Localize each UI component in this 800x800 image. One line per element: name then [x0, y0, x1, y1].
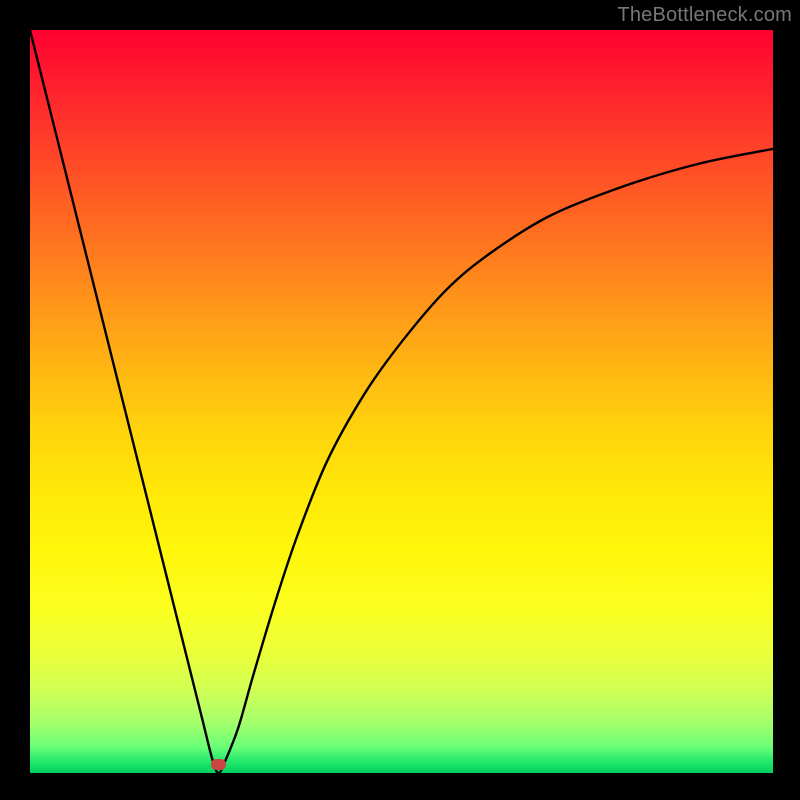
watermark-text: TheBottleneck.com: [617, 4, 792, 27]
plot-area: [30, 30, 773, 773]
bottleneck-curve: [30, 30, 773, 773]
chart-frame: TheBottleneck.com: [0, 0, 800, 800]
curve-path: [30, 30, 773, 773]
minimum-marker: [211, 759, 226, 770]
